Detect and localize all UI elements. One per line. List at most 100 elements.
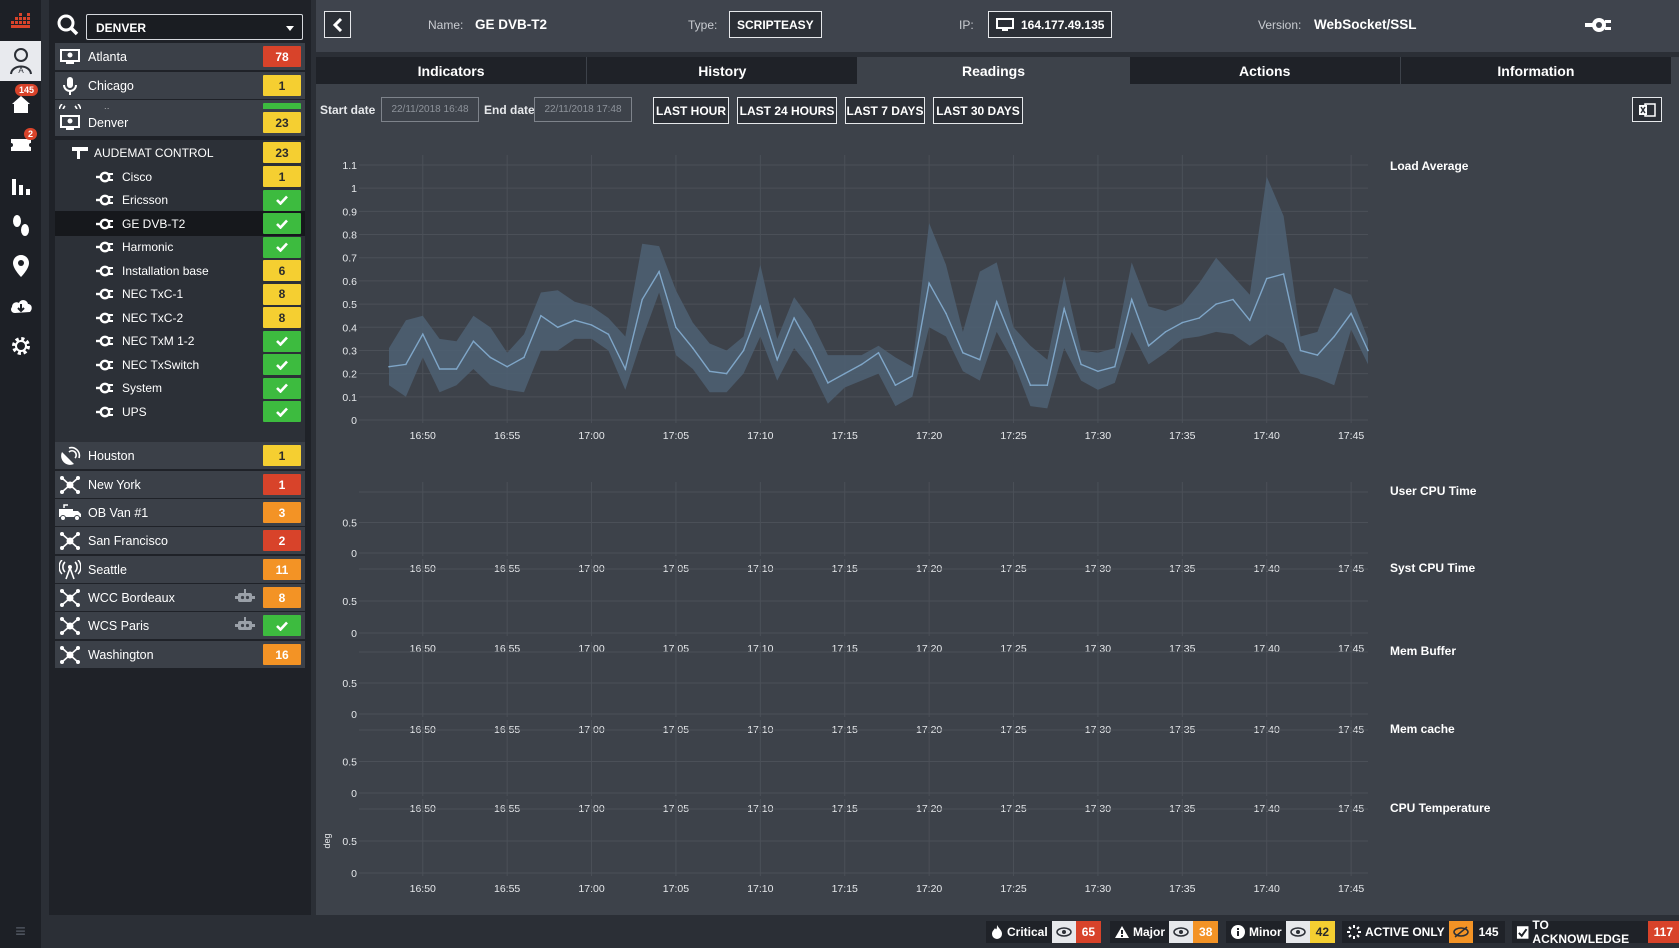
end-date-input[interactable]: 22/11/2018 17:48 xyxy=(534,97,632,122)
minor-label: Minor xyxy=(1249,925,1282,939)
data-point xyxy=(928,282,930,284)
eye-icon xyxy=(1051,921,1076,943)
check-icon xyxy=(276,242,288,252)
home-icon[interactable]: 145 xyxy=(0,84,41,124)
site-search: DENVER xyxy=(49,10,311,42)
data-point xyxy=(540,314,542,317)
truck-icon xyxy=(58,502,82,524)
robot-icon xyxy=(235,589,255,606)
alarm-status-bar: Critical 65 Major 38 Minor 42 ACTIVE ONL… xyxy=(41,915,1679,948)
data-point xyxy=(1097,370,1099,373)
tree-device-nec-txc-1[interactable]: NEC TxC-1 8 xyxy=(55,282,305,307)
last-7-days-button[interactable]: LAST 7 DAYS xyxy=(845,97,925,124)
site-row-san-francisco[interactable]: San Francisco 2 xyxy=(55,527,305,554)
data-point xyxy=(455,368,458,370)
status-badge xyxy=(263,354,301,375)
back-button[interactable] xyxy=(324,11,351,38)
reports-icon[interactable] xyxy=(0,166,41,206)
data-point xyxy=(573,319,576,322)
ip-value-box[interactable]: 164.177.49.135 xyxy=(988,11,1113,38)
y-tick-label: 0 xyxy=(351,709,357,721)
tree-device-cisco[interactable]: Cisco 1 xyxy=(55,164,305,189)
excel-icon xyxy=(1639,102,1656,117)
data-point xyxy=(557,326,559,329)
main-panel: Name: GE DVB-T2 Type: SCRIPTEASY IP: 164… xyxy=(316,0,1679,915)
tree-device-ge-dvb-t2[interactable]: GE DVB-T2 xyxy=(55,211,305,236)
tree-device-installation-base[interactable]: Installation base 6 xyxy=(55,258,305,283)
minor-count: 42 xyxy=(1309,921,1336,943)
last-30-days-button[interactable]: LAST 30 DAYS xyxy=(933,97,1023,124)
last-24-hours-button[interactable]: LAST 24 HOURS xyxy=(737,97,837,124)
tree-device-system[interactable]: System xyxy=(55,376,305,401)
footsteps-icon[interactable] xyxy=(0,206,41,246)
y-tick-label: 0 xyxy=(351,548,357,560)
data-point xyxy=(438,368,441,370)
data-point xyxy=(979,358,981,361)
data-point xyxy=(523,356,525,359)
data-point xyxy=(641,298,643,301)
cloud-download-icon[interactable] xyxy=(0,286,41,326)
minor-filter[interactable]: Minor 42 xyxy=(1226,921,1336,943)
warning-icon xyxy=(1115,926,1129,938)
critical-count: 65 xyxy=(1075,921,1102,943)
site-select-value: DENVER xyxy=(96,21,147,35)
to-acknowledge-filter[interactable]: TO ACKNOWLEDGE 117 xyxy=(1512,918,1679,946)
x-tick-label: 17:35 xyxy=(1169,883,1195,895)
active-only-filter[interactable]: ACTIVE ONLY 145 xyxy=(1342,921,1505,943)
chevron-left-icon xyxy=(332,17,342,32)
map-pin-icon[interactable] xyxy=(0,246,41,286)
export-excel-button[interactable] xyxy=(1632,97,1662,122)
data-point xyxy=(506,365,508,368)
tab-readings[interactable]: Readings xyxy=(858,57,1130,84)
antenna-icon xyxy=(58,559,82,581)
site-select[interactable]: DENVER xyxy=(86,14,303,40)
major-filter[interactable]: Major 38 xyxy=(1110,921,1219,943)
network-icon xyxy=(58,530,82,552)
tree-device-harmonic[interactable]: Harmonic xyxy=(55,235,305,260)
tab-actions[interactable]: Actions xyxy=(1129,57,1401,84)
ticket-icon[interactable]: 2 xyxy=(0,124,41,164)
tree-device-nec-txswitch[interactable]: NEC TxSwitch xyxy=(55,352,305,377)
tree-device-ericsson[interactable]: Ericsson xyxy=(55,188,305,213)
tree-group-audemat-control[interactable]: AUDEMAT CONTROL 23 xyxy=(55,140,305,165)
site-row-chicago[interactable]: Chicago 1 xyxy=(55,72,305,99)
status-badge: 3 xyxy=(263,502,301,523)
tab-history[interactable]: History xyxy=(587,57,859,84)
site-row-new-york[interactable]: New York 1 xyxy=(55,471,305,498)
site-row-washington[interactable]: Washington 16 xyxy=(55,641,305,668)
site-row-denver[interactable]: Denver 23 xyxy=(55,109,305,136)
tree-device-nec-txm-1-2[interactable]: NEC TxM 1-2 xyxy=(55,329,305,354)
device-plug-icon xyxy=(93,241,115,253)
end-date-label: End date xyxy=(484,103,535,117)
monitor-icon xyxy=(58,112,82,134)
site-row-wcc-bordeaux[interactable]: WCC Bordeaux 8 xyxy=(55,584,305,611)
site-row-houston[interactable]: Houston 1 xyxy=(55,442,305,469)
satellite-icon xyxy=(58,445,82,467)
site-row-wcs-paris[interactable]: WCS Paris xyxy=(55,612,305,639)
site-row-atlanta[interactable]: Atlanta 78 xyxy=(55,43,305,70)
device-version: WebSocket/SSL xyxy=(1314,17,1417,32)
site-label: New York xyxy=(88,477,141,492)
gear-icon[interactable] xyxy=(0,326,41,366)
x-tick-label: 17:05 xyxy=(663,430,689,442)
x-tick-label: 17:20 xyxy=(916,883,942,895)
x-tick-label: 17:25 xyxy=(1000,430,1026,442)
critical-filter[interactable]: Critical 65 xyxy=(986,921,1102,943)
start-date-input[interactable]: 22/11/2018 16:48 xyxy=(381,97,479,122)
tab-indicators[interactable]: Indicators xyxy=(316,57,588,84)
tree-device-ups[interactable]: UPS xyxy=(55,399,305,424)
device-plug-icon xyxy=(93,406,115,418)
search-icon[interactable] xyxy=(57,14,79,36)
last-hour-button[interactable]: LAST HOUR xyxy=(653,97,729,124)
tree-device-nec-txc-2[interactable]: NEC TxC-2 8 xyxy=(55,305,305,330)
tab-information[interactable]: Information xyxy=(1400,57,1673,84)
data-point xyxy=(388,365,390,368)
status-badge xyxy=(263,401,301,422)
site-row-seattle[interactable]: Seattle 11 xyxy=(55,556,305,583)
menu-icon[interactable]: ≡ xyxy=(0,921,41,942)
site-label: San Francisco xyxy=(88,533,168,548)
tree-device-label: UPS xyxy=(122,404,147,419)
user-icon[interactable]: A xyxy=(0,41,41,81)
connection-plug-icon[interactable] xyxy=(1583,15,1613,35)
site-row-ob-van-1[interactable]: OB Van #1 3 xyxy=(55,499,305,526)
